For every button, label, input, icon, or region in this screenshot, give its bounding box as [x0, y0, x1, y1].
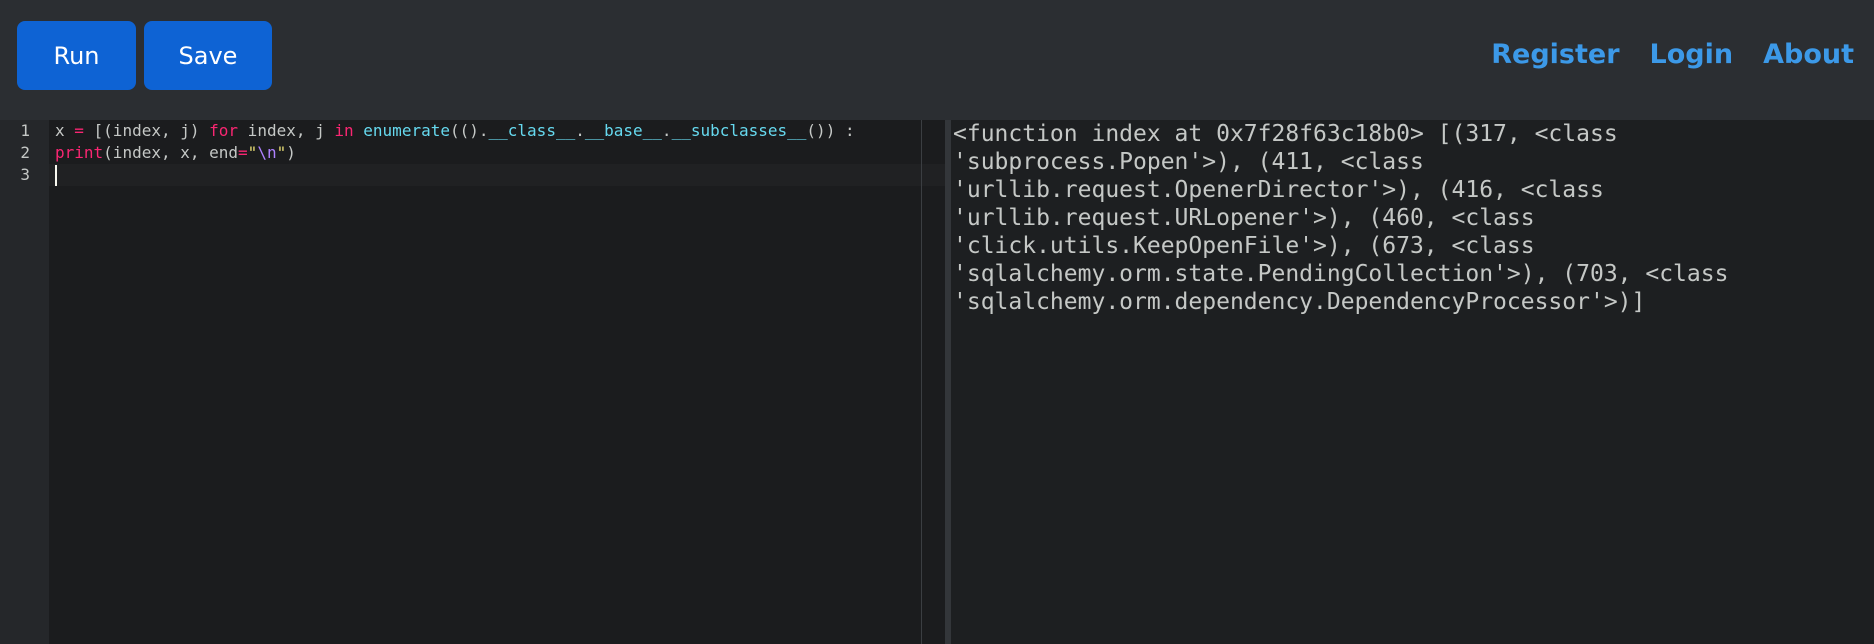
output-line: 'click.utils.KeepOpenFile'>), (673, <cla… [953, 233, 1535, 259]
login-link[interactable]: Login [1650, 37, 1734, 73]
code-token: enumerate [363, 121, 450, 140]
code-token: for [209, 121, 239, 140]
active-line-highlight [49, 164, 945, 186]
code-editor[interactable]: 1 2 3 x = [(index, j) for index, j in en… [0, 120, 945, 644]
code-token: = [238, 143, 248, 162]
code-token: " [276, 143, 287, 162]
code-line-2[interactable]: print(index, x, end="\n") [55, 142, 296, 164]
output-line: <function index at 0x7f28f63c18b0> [(317… [953, 121, 1618, 147]
code-token: print [55, 143, 104, 162]
code-token: \n [257, 143, 277, 162]
code-token: ()) : [806, 121, 855, 140]
code-token: . [575, 121, 585, 140]
code-token: ((). [449, 121, 489, 140]
output-line: 'sqlalchemy.orm.dependency.DependencyPro… [953, 289, 1646, 315]
line-number-gutter: 1 2 3 [0, 120, 49, 644]
code-token: " [247, 143, 258, 162]
output-line: 'subprocess.Popen'>), (411, <class [953, 149, 1424, 175]
save-button[interactable]: Save [144, 21, 272, 90]
code-token: [(index, j) [83, 121, 210, 140]
code-token: in [334, 121, 354, 140]
code-token: index, j [238, 121, 335, 140]
code-token: x [55, 121, 75, 140]
output-line: 'urllib.request.URLopener'>), (460, <cla… [953, 205, 1535, 231]
line-number: 2 [20, 143, 30, 162]
code-token: (index, x, end [103, 143, 239, 162]
code-token: = [74, 121, 84, 140]
register-link[interactable]: Register [1491, 37, 1619, 73]
code-line-1[interactable]: x = [(index, j) for index, j in enumerat… [55, 120, 855, 142]
about-link[interactable]: About [1763, 37, 1854, 73]
line-number: 3 [20, 165, 30, 184]
code-token: . [661, 121, 672, 140]
top-nav: Register Login About [1491, 37, 1854, 73]
top-bar: Run Save Register Login About [0, 0, 1874, 120]
print-margin [921, 120, 922, 644]
output-line: 'sqlalchemy.orm.state.PendingCollection'… [953, 261, 1729, 287]
code-token: __base__ [584, 121, 662, 140]
code-token: ) [286, 143, 296, 162]
line-number: 1 [20, 121, 30, 140]
code-token: __class__ [488, 121, 576, 140]
output-line: 'urllib.request.OpenerDirector'>), (416,… [953, 177, 1604, 203]
run-button[interactable]: Run [17, 21, 136, 90]
code-token: __subclasses__ [671, 121, 807, 140]
output-panel: <function index at 0x7f28f63c18b0> [(317… [951, 120, 1874, 644]
text-cursor [55, 165, 57, 186]
